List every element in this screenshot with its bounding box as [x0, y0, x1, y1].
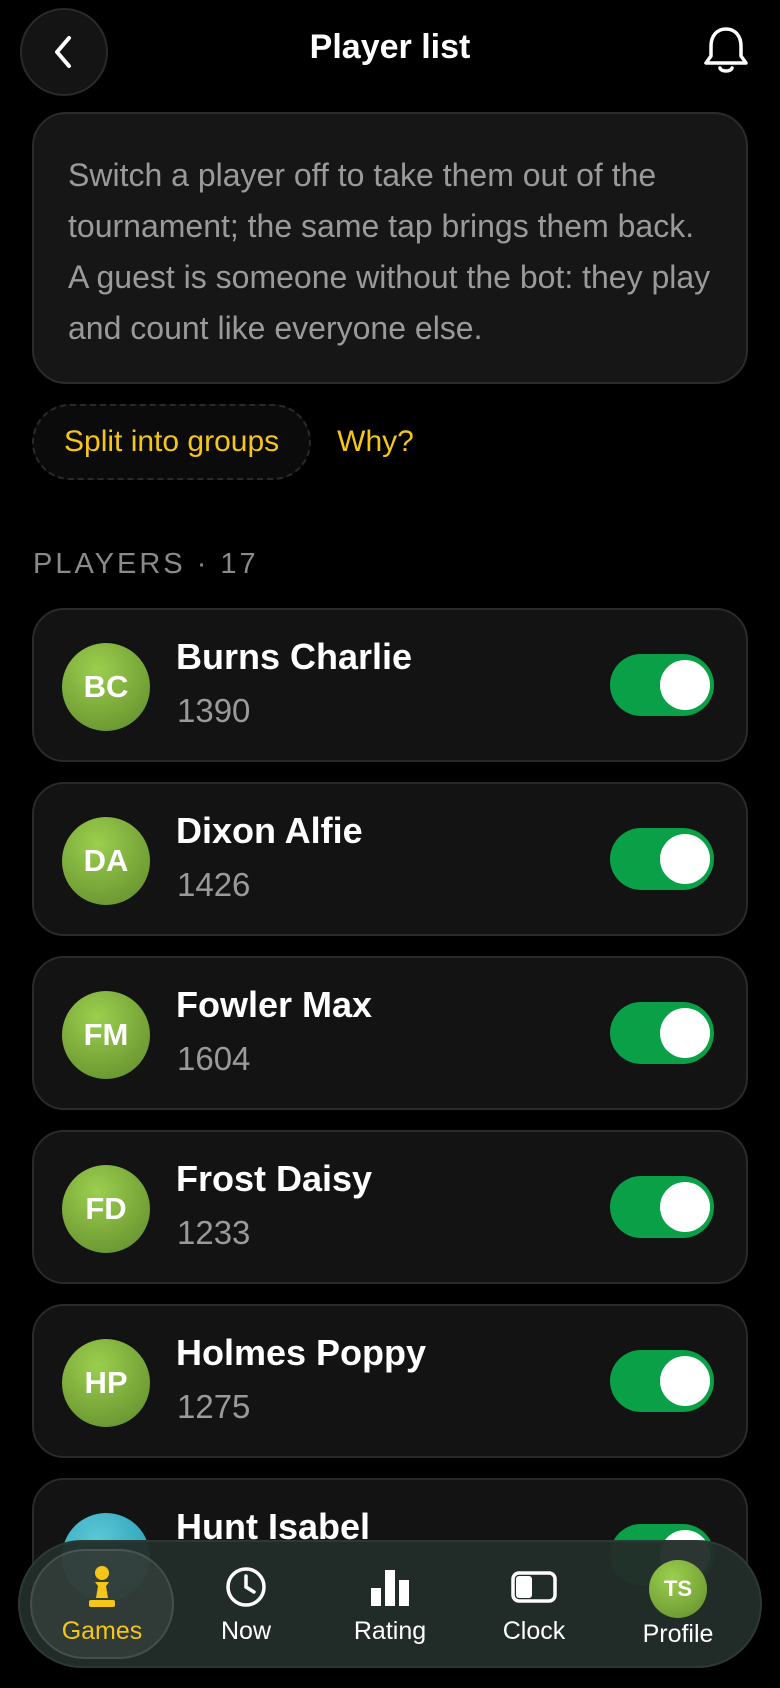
player-row[interactable]: DA Dixon Alfie 1426	[32, 782, 748, 936]
avatar: TS	[649, 1559, 708, 1618]
player-name: Dixon Alfie	[176, 810, 363, 851]
nav-label: Clock	[502, 1616, 566, 1645]
info-text: Switch a player off to take them out of …	[68, 157, 711, 346]
player-rating: 1604	[177, 1040, 251, 1077]
nav-label: Games	[61, 1616, 143, 1645]
player-row[interactable]: FD Frost Daisy 1233	[32, 1130, 748, 1284]
player-name: Frost Daisy	[176, 1158, 373, 1199]
nav-rating[interactable]: Rating	[318, 1549, 462, 1659]
header: Player list	[0, 0, 780, 104]
player-toggle[interactable]	[610, 1176, 714, 1238]
player-row[interactable]: HP Holmes Poppy 1275	[32, 1304, 748, 1458]
player-name: Holmes Poppy	[176, 1332, 427, 1373]
pawn-icon	[78, 1563, 126, 1611]
nav-clock[interactable]: Clock	[462, 1549, 606, 1659]
nav-label: Profile	[642, 1619, 714, 1648]
avatar: FM	[62, 991, 150, 1079]
nav-label: Now	[221, 1616, 272, 1645]
player-name: Fowler Max	[176, 984, 373, 1025]
avatar: HP	[62, 1339, 150, 1427]
avatar: BC	[62, 643, 150, 731]
nav-label: Rating	[353, 1616, 427, 1645]
bell-icon	[704, 27, 748, 73]
player-rating: 1275	[177, 1388, 251, 1425]
clock-icon	[222, 1563, 270, 1611]
why-link[interactable]: Why?	[337, 425, 414, 459]
avatar: DA	[62, 817, 150, 905]
player-toggle[interactable]	[610, 828, 714, 890]
player-toggle[interactable]	[610, 1350, 714, 1412]
notifications-button[interactable]	[702, 24, 750, 76]
bar-chart-icon	[366, 1563, 414, 1611]
player-row[interactable]: BC Burns Charlie 1390	[32, 608, 748, 762]
player-rating: 1390	[177, 692, 251, 729]
nav-games[interactable]: Games	[30, 1549, 175, 1659]
player-rating: 1426	[177, 866, 251, 903]
page-title: Player list	[309, 28, 471, 66]
split-into-groups-button[interactable]: Split into groups	[32, 404, 312, 480]
actions-row: Split into groups Why?	[32, 404, 414, 480]
bottom-nav: Games Now Rating Clock TS Profile	[18, 1540, 762, 1668]
info-card: Switch a player off to take them out of …	[32, 112, 748, 384]
player-name: Burns Charlie	[176, 636, 413, 677]
player-toggle[interactable]	[610, 654, 714, 716]
avatar: FD	[62, 1165, 150, 1253]
player-row[interactable]: FM Fowler Max 1604	[32, 956, 748, 1110]
player-toggle[interactable]	[610, 1002, 714, 1064]
nav-now[interactable]: Now	[174, 1549, 318, 1659]
player-list: BC Burns Charlie 1390 DA Dixon Alfie 142…	[32, 608, 748, 1652]
players-section-label: PLAYERS · 17	[33, 548, 259, 580]
player-rating: 1233	[177, 1214, 251, 1251]
nav-profile[interactable]: TS Profile	[606, 1549, 750, 1659]
chess-clock-icon	[510, 1563, 558, 1611]
